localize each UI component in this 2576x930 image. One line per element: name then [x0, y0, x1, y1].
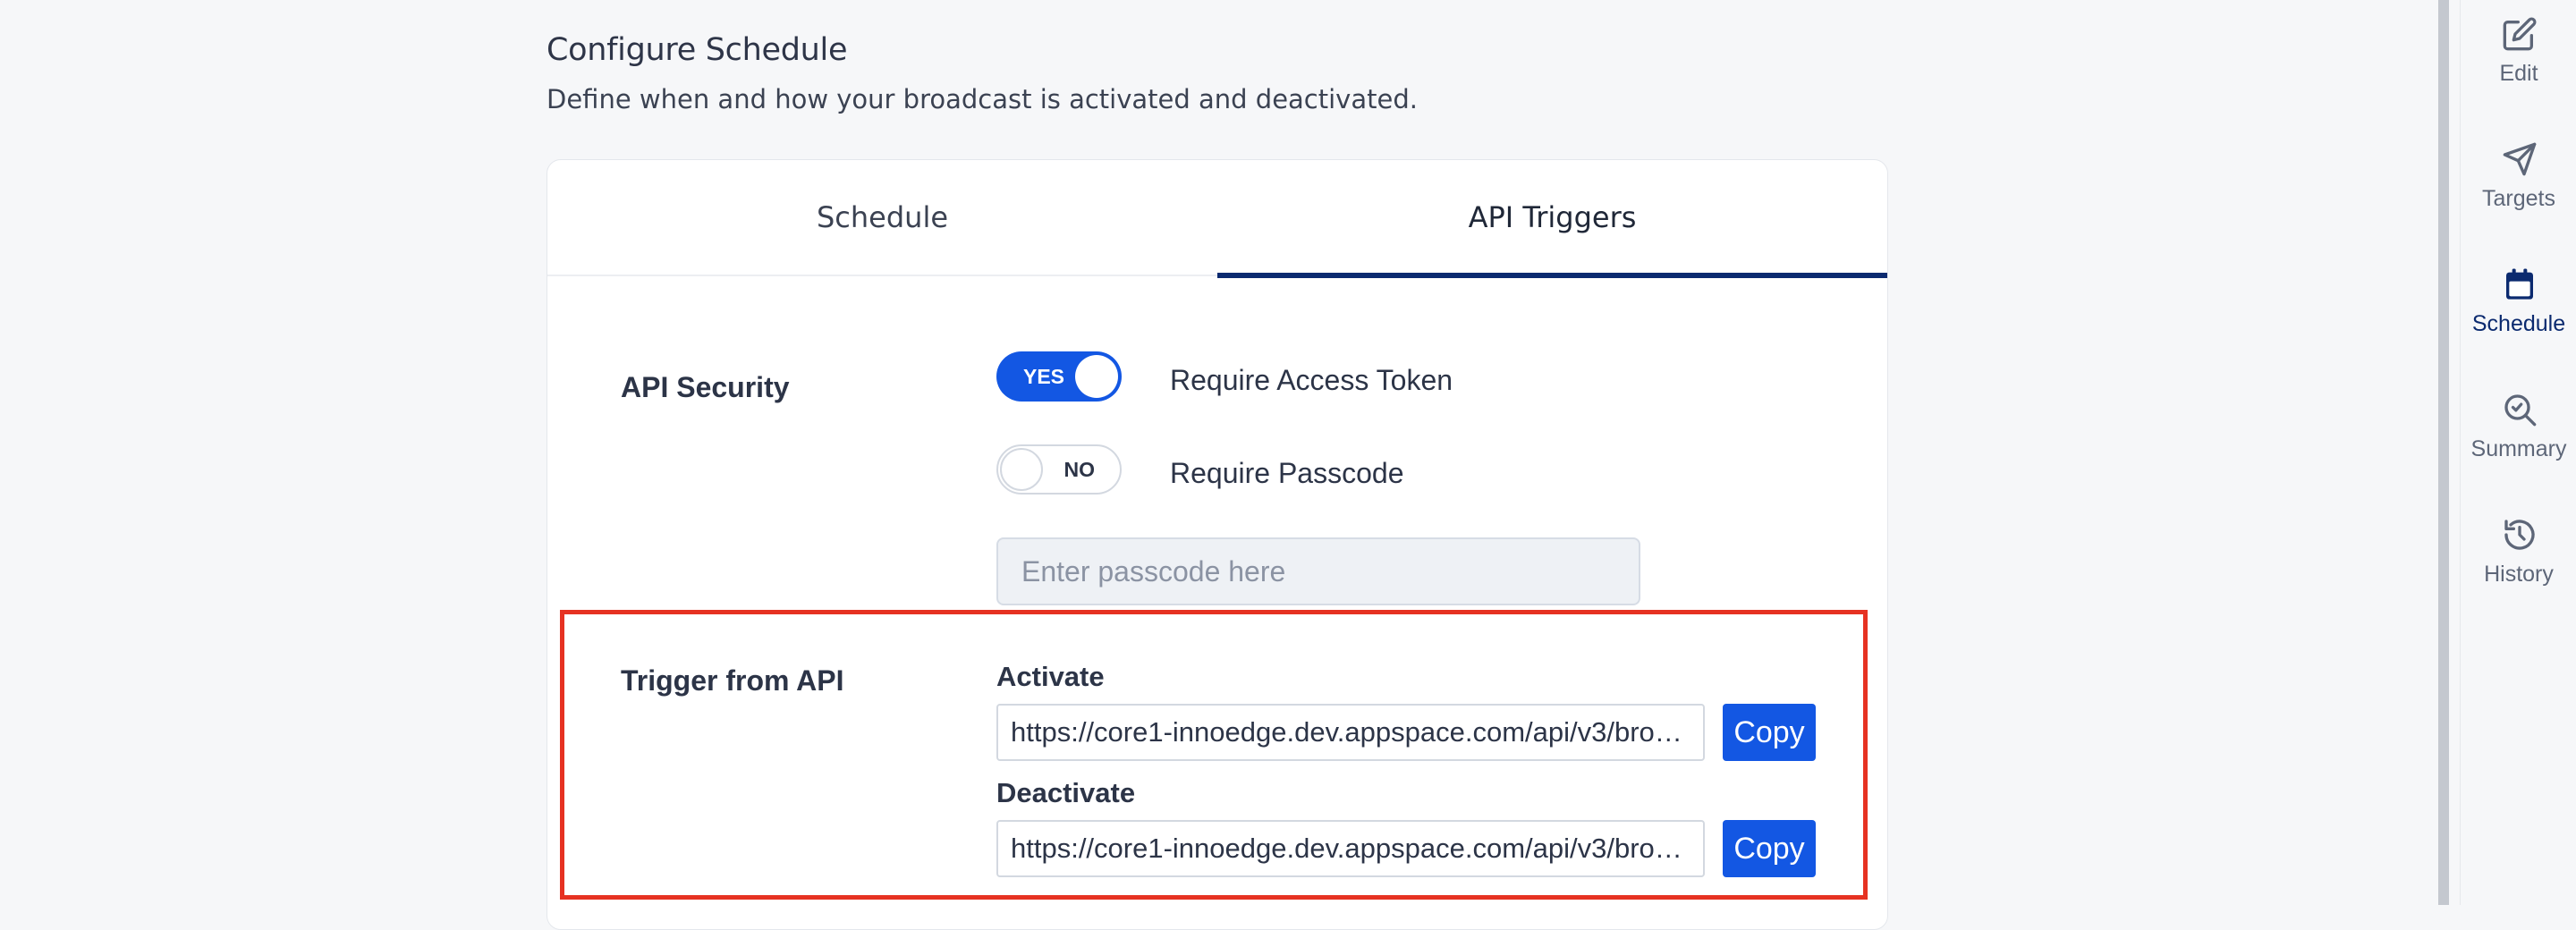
tab-api-triggers[interactable]: API Triggers: [1217, 160, 1887, 278]
copy-activate-button[interactable]: Copy: [1723, 704, 1816, 761]
toggle-knob: [1075, 355, 1118, 398]
sidebar-item-label: History: [2484, 562, 2554, 587]
send-icon: [2502, 141, 2538, 177]
right-sidebar: Edit Targets Schedule Summary History: [2460, 0, 2576, 905]
sidebar-item-label: Edit: [2499, 61, 2538, 86]
sidebar-item-schedule[interactable]: Schedule: [2461, 266, 2576, 374]
edit-icon: [2502, 16, 2538, 52]
page-subtitle: Define when and how your broadcast is ac…: [547, 84, 1418, 114]
tab-bar: Schedule API Triggers: [547, 160, 1887, 278]
sidebar-item-label: Targets: [2482, 186, 2555, 211]
trigger-from-api-label: Trigger from API: [621, 664, 844, 697]
api-security-label: API Security: [621, 371, 790, 403]
sidebar-item-history[interactable]: History: [2461, 517, 2576, 624]
require-passcode-toggle[interactable]: NO: [996, 444, 1122, 495]
sidebar-item-label: Schedule: [2471, 311, 2566, 336]
copy-deactivate-button[interactable]: Copy: [1723, 820, 1816, 877]
require-access-token-toggle[interactable]: YES: [996, 351, 1122, 402]
passcode-input[interactable]: [996, 537, 1640, 605]
deactivate-label: Deactivate: [996, 777, 1136, 808]
toggle-state-text: YES: [1023, 365, 1065, 388]
sidebar-item-edit[interactable]: Edit: [2461, 16, 2576, 123]
calendar-icon: [2502, 266, 2538, 302]
page-title: Configure Schedule: [547, 32, 848, 68]
activate-url-field[interactable]: https://core1-innoedge.dev.appspace.com/…: [996, 704, 1705, 761]
activate-label: Activate: [996, 661, 1105, 692]
search-check-icon: [2502, 392, 2538, 427]
require-passcode-label: Require Passcode: [1170, 457, 1404, 489]
deactivate-url-field[interactable]: https://core1-innoedge.dev.appspace.com/…: [996, 820, 1705, 877]
sidebar-item-targets[interactable]: Targets: [2461, 141, 2576, 249]
tab-schedule[interactable]: Schedule: [547, 160, 1217, 275]
sidebar-item-summary[interactable]: Summary: [2461, 392, 2576, 499]
toggle-state-text: NO: [1063, 458, 1096, 481]
scrollbar[interactable]: [2438, 0, 2449, 905]
schedule-card: Schedule API Triggers API Security YES R…: [547, 159, 1888, 930]
require-access-token-label: Require Access Token: [1170, 364, 1453, 396]
main-content: Configure Schedule Define when and how y…: [0, 0, 2438, 930]
history-icon: [2502, 517, 2538, 553]
sidebar-item-label: Summary: [2470, 436, 2567, 461]
toggle-knob: [1000, 448, 1043, 491]
